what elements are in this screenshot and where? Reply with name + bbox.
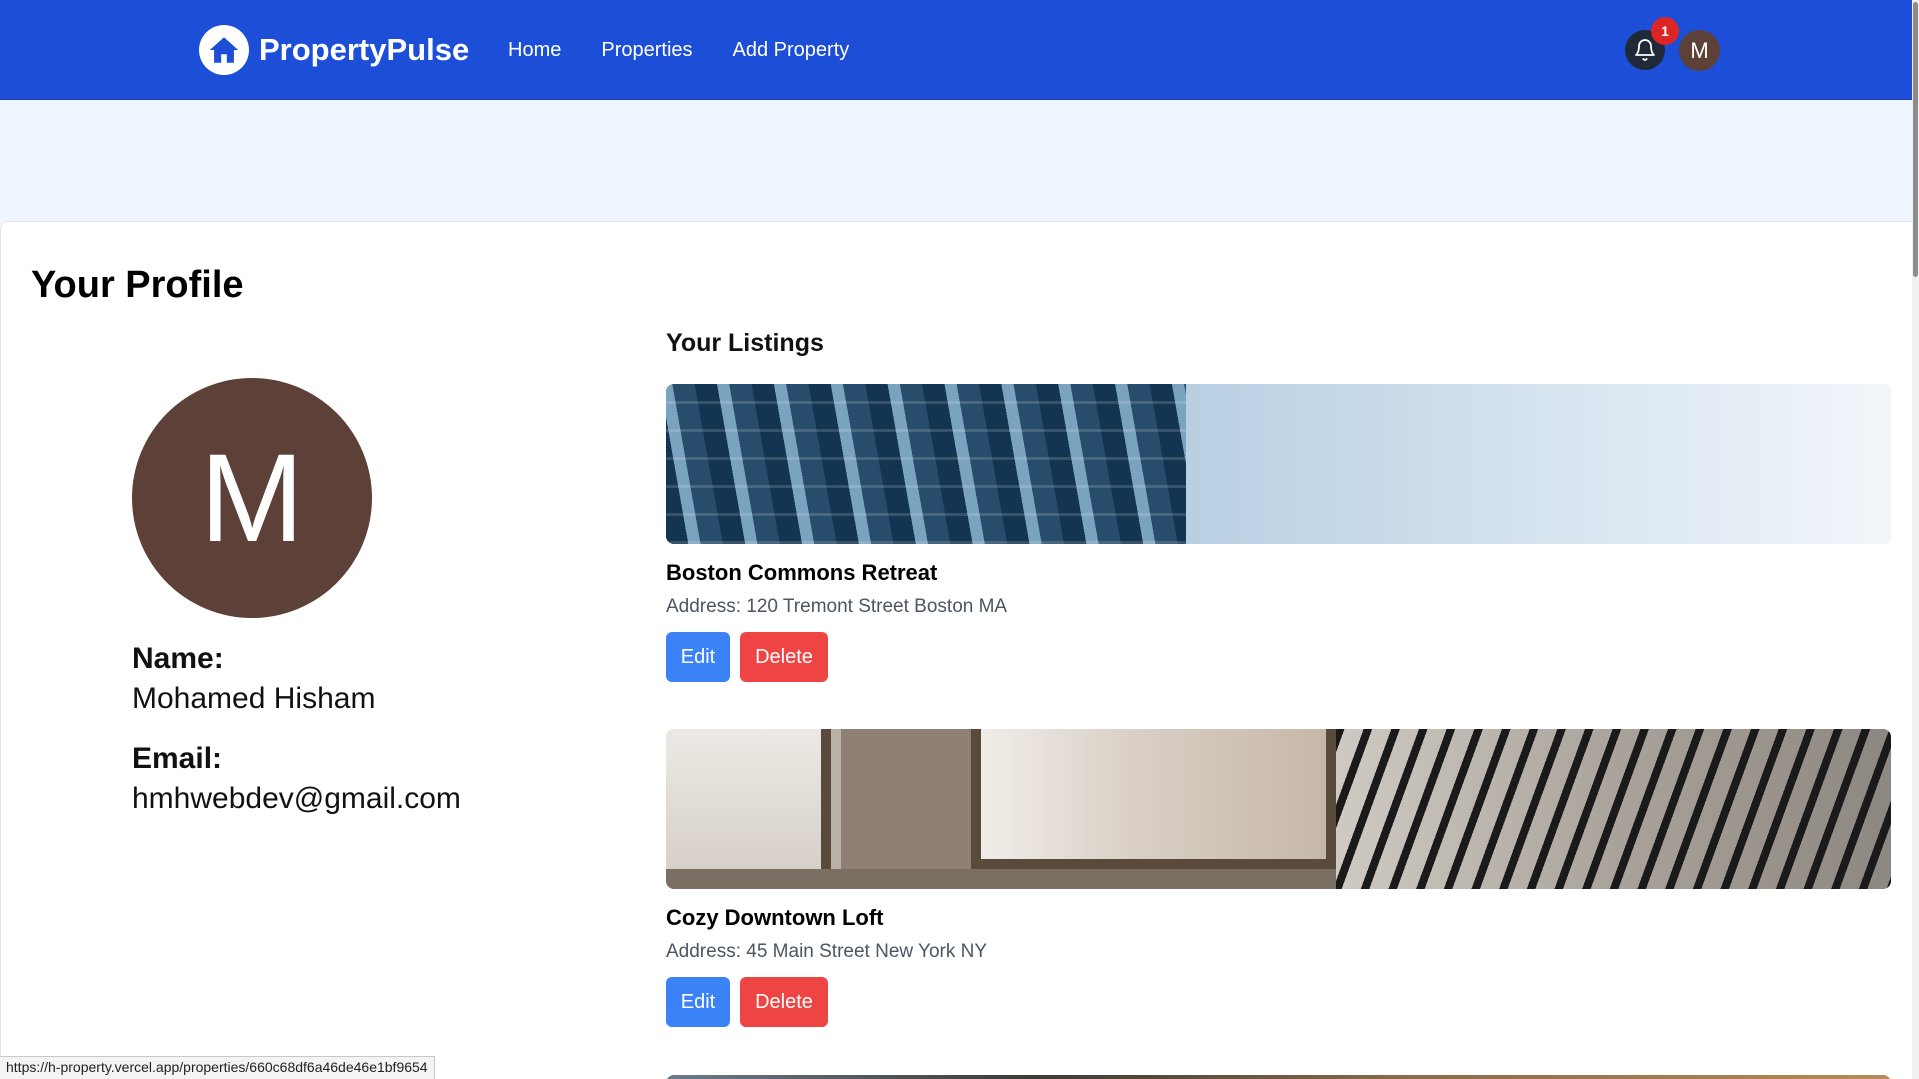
listing-actions: Edit Delete — [666, 632, 1891, 682]
scrollbar-thumb[interactable] — [1913, 2, 1918, 277]
listing-image[interactable] — [666, 384, 1891, 544]
edit-listing-button[interactable]: Edit — [666, 977, 730, 1027]
listing-item: Cozy Downtown Loft Address: 45 Main Stre… — [666, 729, 1891, 1027]
listing-image-floor — [666, 869, 1336, 889]
listing-image[interactable] — [666, 729, 1891, 889]
listing-image-window — [971, 729, 1336, 869]
listings-title: Your Listings — [666, 329, 824, 357]
listing-actions: Edit Delete — [666, 977, 1891, 1027]
edit-listing-button[interactable]: Edit — [666, 632, 730, 682]
name-label: Name: — [132, 642, 224, 675]
house-logo-icon — [199, 25, 249, 75]
delete-listing-button[interactable]: Delete — [740, 977, 828, 1027]
brand-name: PropertyPulse — [259, 32, 470, 67]
listing-name: Cozy Downtown Loft — [666, 905, 884, 930]
nav-add-property-link[interactable]: Add Property — [733, 39, 850, 62]
listing-image-window — [666, 729, 831, 869]
listing-image-building — [666, 384, 1186, 544]
email-label: Email: — [132, 742, 223, 775]
listing-item: Boston Commons Retreat Address: 120 Trem… — [666, 384, 1891, 682]
profile-avatar: M — [132, 378, 372, 618]
notification-badge: 1 — [1651, 17, 1679, 45]
listing-image-partial[interactable] — [666, 1075, 1891, 1079]
page-title: Your Profile — [31, 264, 244, 306]
brand-link[interactable]: PropertyPulse — [199, 25, 469, 75]
profile-card: Your Profile M Name: Mohamed Hisham Emai… — [0, 221, 1919, 1079]
nav-home-link[interactable]: Home — [508, 39, 561, 62]
user-email: hmhwebdev@gmail.com — [132, 782, 461, 815]
bell-icon — [1635, 39, 1655, 61]
nav-properties-link[interactable]: Properties — [601, 39, 692, 62]
listing-image-sky — [1181, 384, 1891, 544]
user-menu-avatar[interactable]: M — [1679, 30, 1720, 71]
listing-name: Boston Commons Retreat — [666, 560, 938, 585]
top-navbar: PropertyPulse Home Properties Add Proper… — [0, 0, 1919, 100]
listing-image-stairs — [1336, 729, 1891, 889]
browser-status-url: https://h-property.vercel.app/properties… — [0, 1056, 435, 1079]
delete-listing-button[interactable]: Delete — [740, 632, 828, 682]
listing-address: Address: 120 Tremont Street Boston MA — [666, 596, 1008, 617]
user-name: Mohamed Hisham — [132, 682, 376, 715]
listing-address: Address: 45 Main Street New York NY — [666, 941, 988, 962]
nav-links: Home Properties Add Property — [508, 0, 849, 100]
listing-image-wall — [841, 729, 971, 889]
